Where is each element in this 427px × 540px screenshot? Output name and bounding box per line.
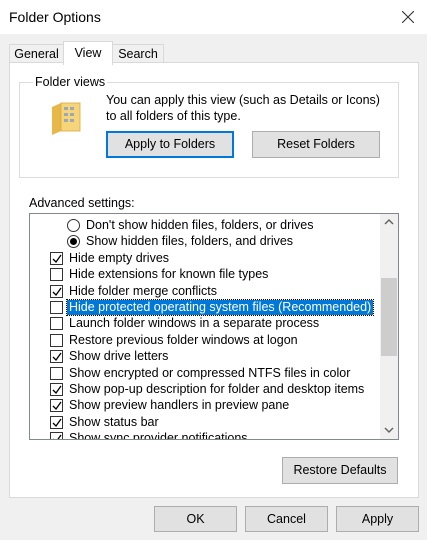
option-label: Show sync provider notifications	[69, 431, 248, 439]
folder-icon	[52, 102, 81, 135]
radio-option[interactable]: Show hidden files, folders, and drives	[30, 233, 378, 249]
option-label: Hide protected operating system files (R…	[65, 299, 375, 316]
option-label: Hide empty drives	[69, 250, 170, 265]
option-label: Hide folder merge conflicts	[69, 283, 217, 298]
option-label: Show pop-up description for folder and d…	[69, 382, 365, 396]
option-label: Show drive letters	[69, 349, 169, 364]
checkmark-icon	[52, 254, 62, 263]
radio-button[interactable]	[67, 219, 80, 232]
close-button[interactable]	[395, 4, 421, 30]
option-label: Show encrypted or compressed NTFS files …	[69, 365, 351, 380]
title-bar: Folder Options	[0, 0, 427, 34]
checkmark-icon	[53, 434, 62, 439]
folder-views-label: Folder views	[33, 75, 108, 89]
tab-general[interactable]: General	[9, 44, 64, 64]
checkmark-icon	[52, 385, 62, 395]
scroll-down-arrow-icon	[384, 427, 394, 433]
radio-option[interactable]: Don't show hidden files, folders, or dri…	[30, 217, 378, 233]
scroll-up-arrow-icon	[384, 219, 394, 225]
option-label: Show hidden files, folders, and drives	[86, 234, 294, 249]
option-label: Launch folder windows in a separate proc…	[69, 316, 320, 331]
checkbox[interactable]	[50, 284, 63, 298]
checkbox[interactable]	[50, 432, 63, 439]
checkbox-option[interactable]: Show preview handlers in preview pane	[30, 397, 378, 413]
vertical-scrollbar[interactable]	[380, 214, 398, 439]
reset-folders-button[interactable]: Reset Folders	[252, 131, 380, 158]
checkbox-option[interactable]: Hide protected operating system files (R…	[30, 299, 378, 316]
tab-search[interactable]: Search	[112, 44, 164, 64]
folder-options-dialog: Folder Options General View Search Folde…	[0, 0, 427, 540]
checkmark-icon	[52, 352, 62, 362]
apply-to-folders-button[interactable]: Apply to Folders	[106, 131, 234, 158]
radio-button[interactable]	[67, 235, 80, 249]
checkmark-icon	[52, 418, 62, 427]
option-label: Hide extensions for known file types	[69, 267, 269, 282]
option-label: Show preview handlers in preview pane	[69, 398, 290, 413]
scroll-down-button[interactable]	[380, 422, 398, 439]
checkmark-icon	[52, 287, 62, 296]
apply-button[interactable]: Apply	[336, 506, 419, 532]
checkbox[interactable]	[50, 333, 63, 347]
cancel-button[interactable]: Cancel	[245, 506, 328, 532]
advanced-settings-list[interactable]: Don't show hidden files, folders, or dri…	[29, 213, 399, 440]
option-label: Show status bar	[69, 414, 159, 429]
restore-defaults-button[interactable]: Restore Defaults	[282, 457, 398, 484]
checkbox-option[interactable]: Restore previous folder windows at logon	[30, 332, 378, 348]
checkbox-option[interactable]: Launch folder windows in a separate proc…	[30, 315, 378, 331]
checkbox[interactable]	[50, 268, 63, 282]
scrollbar-thumb[interactable]	[381, 278, 397, 356]
option-label: Don't show hidden files, folders, or dri…	[86, 218, 314, 232]
advanced-settings-items: Don't show hidden files, folders, or dri…	[30, 214, 378, 439]
scroll-up-button[interactable]	[380, 214, 398, 231]
folder-views-description: You can apply this view (such as Details…	[106, 93, 380, 123]
option-label: Restore previous folder windows at logon	[69, 332, 298, 347]
checkbox-option[interactable]: Show drive letters	[30, 348, 378, 364]
advanced-settings-label: Advanced settings:	[29, 196, 135, 210]
checkbox-option[interactable]: Show sync provider notifications	[30, 430, 378, 439]
checkbox-option[interactable]: Hide folder merge conflicts	[30, 283, 378, 299]
tab-view[interactable]: View	[63, 41, 113, 65]
ok-button[interactable]: OK	[154, 506, 237, 532]
checkbox[interactable]	[50, 350, 63, 364]
window-title: Folder Options	[9, 9, 101, 25]
close-icon	[402, 11, 414, 23]
checkbox-option[interactable]: Show encrypted or compressed NTFS files …	[30, 365, 378, 381]
checkbox[interactable]	[50, 317, 63, 331]
checkbox[interactable]	[50, 251, 63, 265]
checkbox[interactable]	[50, 383, 63, 396]
checkbox-option[interactable]: Show pop-up description for folder and d…	[30, 381, 378, 397]
checkmark-icon	[52, 402, 62, 411]
checkbox-option[interactable]: Show status bar	[30, 414, 378, 430]
checkbox-option[interactable]: Hide empty drives	[30, 250, 378, 266]
checkbox[interactable]	[50, 366, 63, 380]
checkbox[interactable]	[50, 415, 63, 429]
checkbox[interactable]	[50, 301, 63, 314]
checkbox-option[interactable]: Hide extensions for known file types	[30, 266, 378, 282]
checkbox[interactable]	[50, 399, 63, 413]
